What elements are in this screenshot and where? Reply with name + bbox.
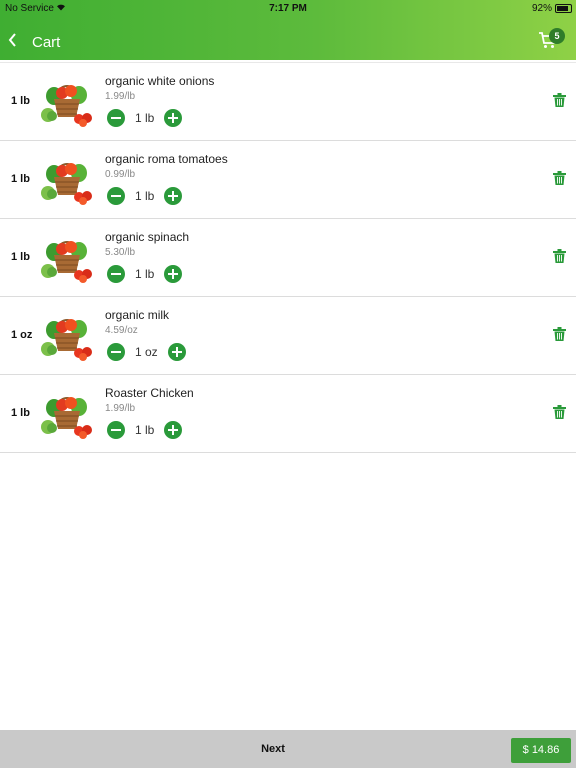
stepper-value: 1 lb — [135, 267, 155, 281]
battery-icon — [555, 4, 572, 13]
minus-circle-icon[interactable] — [107, 421, 125, 439]
cart-item-row: 1 lb organic roma tomatoes 0.99/lb 1 lb — [0, 141, 576, 219]
minus-circle-icon[interactable] — [107, 343, 125, 361]
battery-percent: 92% — [531, 3, 552, 14]
product-name: organic white onions — [105, 74, 215, 88]
plus-circle-icon[interactable] — [164, 265, 183, 283]
page-title: Cart — [32, 34, 61, 51]
chevron-left-icon[interactable] — [7, 32, 21, 50]
cart-count-badge: 5 — [549, 28, 565, 44]
product-thumbnail — [38, 150, 96, 208]
next-button[interactable]: Next — [0, 743, 546, 755]
product-thumbnail — [38, 306, 96, 364]
status-time: 7:17 PM — [269, 3, 307, 14]
minus-circle-icon[interactable] — [107, 109, 125, 127]
app-header: No Service 7:17 PM 92% Cart 5 — [0, 0, 576, 60]
product-thumbnail — [38, 384, 96, 442]
trash-icon[interactable] — [553, 249, 566, 263]
footer-bar: Next $ 14.86 — [0, 730, 576, 768]
product-unit-price: 4.59/oz — [105, 325, 138, 336]
cart-button[interactable]: 5 — [538, 28, 565, 54]
status-bar: No Service 7:17 PM 92% — [0, 0, 576, 16]
trash-icon[interactable] — [553, 327, 566, 341]
nav-bar: Cart 5 — [0, 24, 576, 60]
stepper-value: 1 lb — [135, 189, 155, 203]
product-thumbnail — [38, 228, 96, 286]
trash-icon[interactable] — [553, 93, 566, 107]
plus-circle-icon[interactable] — [164, 187, 183, 205]
cart-item-row: 1 lb organic white onions 1.99/lb 1 lb — [0, 62, 576, 141]
product-thumbnail — [38, 72, 96, 130]
product-name: organic spinach — [105, 230, 190, 244]
cart-item-row: 1 lb organic spinach 5.30/lb 1 lb — [0, 219, 576, 297]
plus-circle-icon[interactable] — [167, 343, 186, 361]
trash-icon[interactable] — [553, 405, 566, 419]
stepper-value: 1 oz — [135, 345, 158, 359]
product-unit-price: 5.30/lb — [105, 247, 136, 258]
item-quantity-label: 1 lb — [11, 173, 30, 185]
product-name: organic roma tomatoes — [105, 152, 228, 166]
item-quantity-label: 1 lb — [11, 95, 30, 107]
product-name: organic milk — [105, 308, 170, 322]
minus-circle-icon[interactable] — [107, 265, 125, 283]
minus-circle-icon[interactable] — [107, 187, 125, 205]
item-quantity-label: 1 lb — [11, 407, 30, 419]
product-name: Roaster Chicken — [105, 386, 194, 400]
product-unit-price: 1.99/lb — [105, 91, 136, 102]
product-unit-price: 0.99/lb — [105, 169, 136, 180]
total-button[interactable]: $ 14.86 — [511, 738, 571, 763]
item-quantity-label: 1 lb — [11, 251, 30, 263]
cart-item-row: 1 oz organic milk 4.59/oz 1 oz — [0, 297, 576, 375]
trash-icon[interactable] — [553, 171, 566, 185]
item-quantity-label: 1 oz — [11, 329, 33, 341]
product-unit-price: 1.99/lb — [105, 403, 136, 414]
plus-circle-icon[interactable] — [164, 421, 183, 439]
cart-item-row: 1 lb Roaster Chicken 1.99/lb 1 lb — [0, 375, 576, 453]
stepper-value: 1 lb — [135, 423, 155, 437]
plus-circle-icon[interactable] — [164, 109, 183, 127]
cart-list: 1 lb organic white onions 1.99/lb 1 lb 1… — [0, 62, 576, 453]
stepper-value: 1 lb — [135, 111, 155, 125]
